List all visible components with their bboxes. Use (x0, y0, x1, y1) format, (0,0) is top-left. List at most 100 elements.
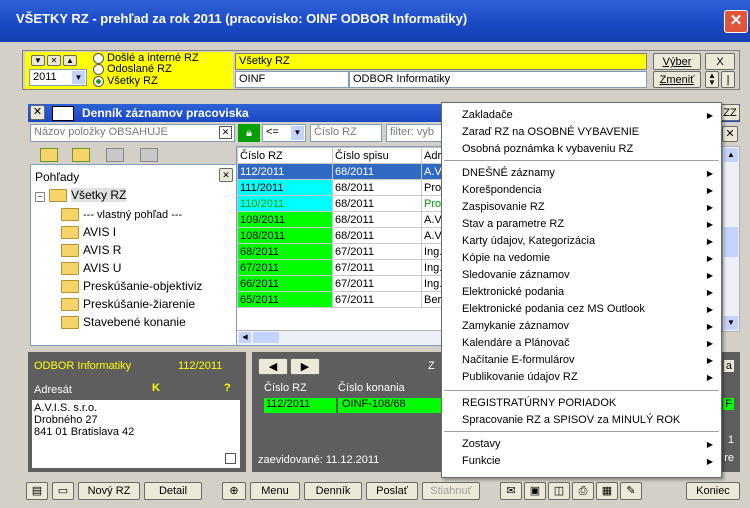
table-row[interactable]: 112/2011 68/2011 A.V (237, 163, 445, 180)
table-row[interactable]: 110/2011 68/2011 Proj (237, 195, 445, 212)
menu-item[interactable]: Kalendáre a Plánovač ▶ (442, 335, 721, 352)
menu-item[interactable]: Korešpondencia ▶ (442, 182, 721, 199)
document-button[interactable]: ▣ (524, 482, 546, 500)
folder-gray-icon[interactable] (106, 148, 124, 162)
menu-item[interactable]: Elektronické podania ▶ (442, 284, 721, 301)
detail-button[interactable]: Detail (144, 482, 202, 500)
tree-item[interactable]: Preskúšanie-objektiviz (61, 279, 202, 294)
tree-item[interactable]: AVIS R (61, 243, 121, 258)
horizontal-scrollbar[interactable]: ◀ (237, 330, 445, 345)
table-row[interactable]: 67/2011 67/2011 Ing. (237, 259, 445, 276)
top-right-button[interactable]: ZZ (720, 104, 740, 121)
submenu-arrow-icon: ▶ (706, 305, 713, 314)
menu-item[interactable]: Spracovanie RZ a SPISOV za MINULÝ ROK (442, 412, 721, 429)
poslat-button[interactable]: Poslať (366, 482, 418, 500)
table-row[interactable]: 108/2011 68/2011 A.V (237, 227, 445, 244)
edit-icon-button[interactable]: ▤ (26, 482, 48, 500)
exit-button[interactable]: Koniec (686, 482, 740, 500)
text-filter-input[interactable]: filter: vyb (386, 124, 442, 142)
folder-new-icon[interactable] (72, 148, 90, 162)
menu-item[interactable]: Publikovanie údajov RZ ▶ (442, 369, 721, 386)
menu-item[interactable]: Funkcie ▶ (442, 453, 721, 470)
folder-gray-2-icon[interactable] (140, 148, 158, 162)
menu-item[interactable]: Zamykanie záznamov ▶ (442, 318, 721, 335)
tree-item[interactable]: Stavebené konanie (61, 315, 186, 330)
konanie-value[interactable]: OINF-108/68 (338, 398, 442, 413)
q-marker[interactable]: ? (224, 382, 231, 394)
folder-up-icon[interactable] (40, 148, 58, 162)
book-button[interactable]: ◫ (548, 482, 570, 500)
rz-value[interactable]: 112/2011 (264, 398, 336, 413)
menu-item[interactable]: Elektronické podania cez MS Outlook ▶ (442, 301, 721, 318)
operator-select[interactable]: <= ▼ (262, 124, 306, 142)
menu-button[interactable]: Menu (250, 482, 300, 500)
menu-item[interactable]: Zaspisovanie RZ ▶ (442, 199, 721, 216)
dept-name-field[interactable]: ODBOR Informatiky (349, 71, 647, 88)
tree-item[interactable]: Preskúšanie-žiarenie (61, 297, 195, 312)
scroll-thumb[interactable] (724, 227, 738, 257)
tree-item[interactable]: --- vlastný pohľad --- (61, 207, 182, 222)
number-filter-input[interactable]: Číslo RZ (310, 124, 382, 142)
binoculars-button[interactable]: ⊕ (222, 482, 246, 500)
column-header[interactable]: Číslo RZ (237, 147, 333, 164)
clear-x-button[interactable]: ✕ (47, 55, 61, 66)
tools-button[interactable]: ✎ (620, 482, 642, 500)
stiahnut-button[interactable]: Stiahnuť (422, 482, 480, 500)
collapse-icon[interactable]: − (35, 192, 45, 202)
collapse-down-button[interactable]: ▼ (31, 55, 45, 66)
print-button[interactable]: ⎙ (572, 482, 594, 500)
top-right-close-button[interactable]: ✕ (722, 126, 738, 142)
menu-item[interactable]: Osobná poznámka k vybaveniu RZ (442, 141, 721, 158)
tree-item[interactable]: AVIS I (61, 225, 116, 240)
k-marker[interactable]: K (152, 382, 160, 394)
tree-close-button[interactable]: ✕ (219, 168, 233, 182)
scroll-down-icon[interactable]: ▼ (724, 316, 738, 330)
calendar-button[interactable]: ▦ (596, 482, 618, 500)
dept-code-field[interactable]: OINF (235, 71, 349, 88)
menu-item[interactable]: REGISTRATÚRNY PORIADOK (442, 395, 721, 412)
column-header[interactable]: Číslo spisu (332, 147, 422, 164)
table-row[interactable]: 68/2011 67/2011 Ing. (237, 243, 445, 260)
clear-search-icon[interactable]: ✕ (219, 126, 232, 139)
clear-filter-button[interactable]: X (705, 53, 735, 70)
collapse-up-button[interactable]: ▲ (63, 55, 77, 66)
prev-button[interactable]: ◀ (258, 358, 288, 375)
window-close-button[interactable]: ✕ (724, 10, 748, 33)
year-select[interactable]: 2011 ▼ (29, 69, 87, 86)
pipe-button[interactable]: | (721, 71, 735, 88)
scroll-up-icon[interactable]: ▲ (724, 148, 738, 162)
menu-item[interactable]: DNEŠNÉ záznamy ▶ (442, 165, 721, 182)
tree-item[interactable]: AVIS U (61, 261, 121, 276)
list-icon-button[interactable]: ▭ (52, 482, 74, 500)
new-rz-button[interactable]: Nový RZ (78, 482, 140, 500)
spin-button[interactable]: ▲ ▼ (705, 71, 719, 88)
table-row[interactable]: 111/2011 68/2011 Proj (237, 179, 445, 196)
checkbox[interactable] (225, 453, 236, 464)
next-button[interactable]: ▶ (290, 358, 320, 375)
vertical-scrollbar[interactable]: ▲ ▼ (722, 146, 740, 332)
search-input[interactable]: Názov položky OBSAHUJE ✕ (30, 124, 235, 142)
table-row[interactable]: 65/2011 67/2011 Ber (237, 291, 445, 308)
radio-all[interactable]: Všetky RZ (93, 75, 158, 87)
scroll-left-icon[interactable]: ◀ (239, 332, 251, 343)
menu-item[interactable]: Karty údajov, Kategorizácia ▶ (442, 233, 721, 250)
scroll-thumb[interactable] (253, 332, 279, 343)
menu-item[interactable]: Sledovanie záznamov ▶ (442, 267, 721, 284)
mail-button[interactable]: ✉ (500, 482, 522, 500)
dennik-button[interactable]: Denník (304, 482, 362, 500)
radio-outgoing[interactable]: Odoslané RZ (93, 63, 172, 75)
menu-item[interactable]: Zaraď RZ na OSOBNÉ VYBAVENIE (442, 124, 721, 141)
menu-item[interactable]: Stav a parametre RZ ▶ (442, 216, 721, 233)
change-button[interactable]: Zmeniť (653, 71, 701, 88)
tree-root[interactable]: − Všetky RZ (35, 188, 127, 203)
menu-item[interactable]: Zostavy ▶ (442, 436, 721, 453)
menu-item[interactable]: Kópie na vedomie ▶ (442, 250, 721, 267)
table-row[interactable]: 66/2011 67/2011 Ing. (237, 275, 445, 292)
select-button[interactable]: Výber (653, 53, 701, 70)
lock-toggle[interactable]: 🔒︎ (238, 124, 260, 142)
scope-field[interactable]: Všetky RZ (235, 53, 647, 70)
table-row[interactable]: 109/2011 68/2011 A.V (237, 211, 445, 228)
menu-item[interactable]: Načítanie E-formulárov ▶ (442, 352, 721, 369)
journal-close-button[interactable]: ✕ (30, 105, 45, 120)
menu-item[interactable]: Zakladače ▶ (442, 107, 721, 124)
